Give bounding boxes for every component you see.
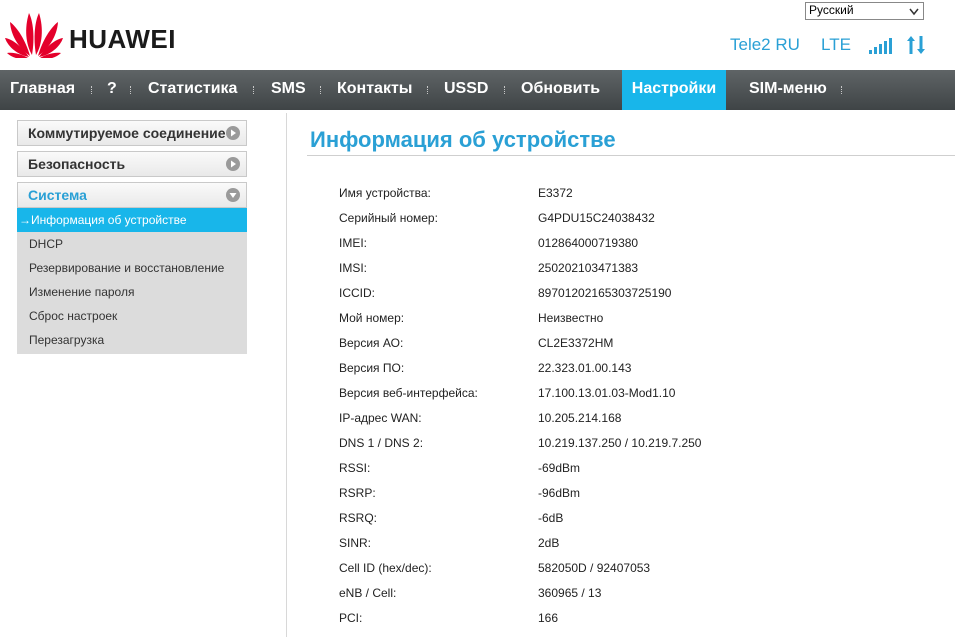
info-value: E3372	[538, 186, 573, 200]
main-nav: Главная ? Статистика SMS Контакты USSD О…	[0, 70, 955, 110]
info-label: RSRQ:	[339, 511, 378, 525]
sidebar-section-dialup[interactable]: Коммутируемое соединение	[17, 120, 247, 146]
info-value: -6dB	[538, 511, 564, 525]
info-label: Мой номер:	[339, 311, 405, 325]
info-value: G4PDU15C24038432	[538, 211, 655, 225]
info-value: 10.219.137.250 / 10.219.7.250	[538, 436, 702, 450]
signal-bar	[884, 41, 887, 54]
language-select-value: Русский	[809, 3, 854, 17]
expand-arrow-icon	[226, 157, 240, 171]
info-label: Имя устройства:	[339, 186, 431, 200]
info-label: eNB / Cell:	[339, 586, 397, 600]
language-select[interactable]: Русский	[805, 2, 924, 20]
signal-bar	[889, 38, 892, 54]
info-label: DNS 1 / DNS 2:	[339, 436, 424, 450]
sidebar-section-label: Безопасность	[28, 156, 126, 172]
info-label: Серийный номер:	[339, 211, 438, 225]
brand-name: HUAWEI	[69, 24, 176, 54]
vertical-divider	[286, 113, 287, 637]
collapse-arrow-icon	[226, 188, 240, 202]
nav-item-statistics[interactable]: Статистика	[148, 70, 237, 110]
sidebar: Коммутируемое соединение Безопасность Си…	[17, 120, 247, 354]
sidebar-item-backup-restore[interactable]: Резервирование и восстановление	[17, 256, 247, 280]
info-label: IMEI:	[339, 236, 368, 250]
page-title: Информация об устройстве	[310, 127, 616, 152]
info-value: 10.205.214.168	[538, 411, 622, 425]
info-value: 2dB	[538, 536, 560, 550]
info-label: IP-адрес WAN:	[339, 411, 422, 425]
info-value: 17.100.13.01.03-Mod1.10	[538, 386, 676, 400]
sidebar-section-label: Коммутируемое соединение	[28, 125, 226, 141]
system-submenu: →Информация об устройстве DHCP Резервиро…	[17, 208, 247, 354]
arrow-right-icon: →	[19, 213, 31, 227]
nav-separator	[841, 86, 842, 94]
nav-separator	[130, 86, 131, 94]
info-value: 89701202165303725190	[538, 286, 672, 300]
sidebar-section-security[interactable]: Безопасность	[17, 151, 247, 177]
info-value: 250202103471383	[538, 261, 639, 275]
info-value: 22.323.01.00.143	[538, 361, 632, 375]
info-value: CL2E3372HM	[538, 336, 614, 350]
data-traffic-icon	[907, 36, 925, 54]
nav-item-sim-menu[interactable]: SIM-меню	[749, 70, 827, 110]
sidebar-item-label: Информация об устройстве	[31, 213, 187, 227]
nav-separator	[91, 86, 92, 94]
info-label: PCI:	[339, 611, 363, 625]
info-label: RSSI:	[339, 461, 371, 475]
header: HUAWEI Русский Tele2 RU LTE	[0, 0, 955, 70]
info-value: -96dBm	[538, 486, 581, 500]
info-value: -69dBm	[538, 461, 581, 475]
info-label: IMSI:	[339, 261, 368, 275]
signal-strength-icon	[869, 38, 892, 54]
info-value: 012864000719380	[538, 236, 639, 250]
signal-bar	[869, 50, 872, 54]
sidebar-item-device-info[interactable]: →Информация об устройстве	[17, 208, 247, 232]
info-label: Версия веб-интерфейса:	[339, 386, 478, 400]
info-label: Версия АО:	[339, 336, 404, 350]
info-value: 360965 / 13	[538, 586, 602, 600]
nav-separator	[253, 86, 254, 94]
info-value: 166	[538, 611, 559, 625]
network-type: LTE	[821, 35, 851, 54]
sidebar-item-factory-reset[interactable]: Сброс настроек	[17, 304, 247, 328]
info-label: SINR:	[339, 536, 372, 550]
signal-bar	[874, 47, 877, 54]
huawei-logo	[5, 13, 63, 58]
info-value: Неизвестно	[538, 311, 604, 325]
nav-item-update[interactable]: Обновить	[521, 70, 600, 110]
nav-item-ussd[interactable]: USSD	[444, 70, 488, 110]
nav-item-help[interactable]: ?	[107, 70, 117, 110]
nav-item-sms[interactable]: SMS	[271, 70, 306, 110]
nav-separator	[427, 86, 428, 94]
operator-name: Tele2 RU	[730, 35, 800, 54]
nav-item-home[interactable]: Главная	[10, 70, 75, 110]
sidebar-item-reboot[interactable]: Перезагрузка	[17, 328, 247, 352]
nav-separator	[504, 86, 505, 94]
title-divider	[307, 155, 955, 156]
info-value: 582050D / 92407053	[538, 561, 651, 575]
nav-item-contacts[interactable]: Контакты	[337, 70, 412, 110]
info-label: Версия ПО:	[339, 361, 405, 375]
sidebar-section-label: Система	[28, 187, 87, 203]
nav-item-settings[interactable]: Настройки	[622, 70, 726, 110]
sidebar-item-change-password[interactable]: Изменение пароля	[17, 280, 247, 304]
sidebar-item-dhcp[interactable]: DHCP	[17, 232, 247, 256]
info-label: Cell ID (hex/dec):	[339, 561, 432, 575]
nav-separator	[320, 86, 321, 94]
signal-bar	[879, 44, 882, 54]
info-label: ICCID:	[339, 286, 375, 300]
info-label: RSRP:	[339, 486, 376, 500]
sidebar-section-system[interactable]: Система	[17, 182, 247, 208]
chevron-down-icon	[909, 8, 919, 16]
expand-arrow-icon	[226, 126, 240, 140]
